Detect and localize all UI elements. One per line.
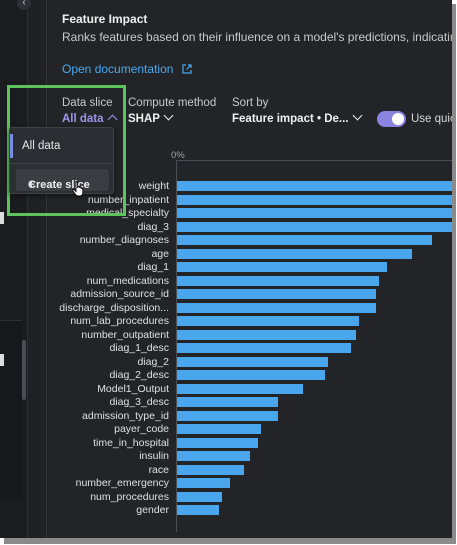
feature-impact-chart: 0% weight number_inpatient medical_special… <box>0 0 452 538</box>
bar-label: diag_2_desc <box>109 369 169 381</box>
bar-label: weight <box>138 180 169 192</box>
x-axis-line <box>176 160 452 161</box>
bar-label: num_medications <box>86 274 169 287</box>
bar-22[interactable] <box>177 478 230 488</box>
dropdown-item-all-data[interactable]: All data <box>10 134 113 158</box>
bar-label: Model1_Output <box>97 382 169 395</box>
bar-label: admission_type_id <box>82 409 169 422</box>
dropdown-item-label[interactable]: All data <box>22 140 60 152</box>
bar-label: gender <box>136 504 169 516</box>
hand-cursor-icon <box>72 181 84 197</box>
bar-label: admission_source_id <box>70 288 169 300</box>
bar-label: diag_3 <box>137 220 169 233</box>
bar-12[interactable] <box>177 343 351 353</box>
bar-label: number_emergency <box>75 477 169 489</box>
bar-label: time_in_hospital <box>93 436 169 449</box>
bar-21[interactable] <box>177 464 244 475</box>
bar-16[interactable] <box>177 397 278 407</box>
dropdown-divider <box>10 163 113 164</box>
data-slice-dropdown: All data + Create slice <box>9 127 114 194</box>
bar-4[interactable] <box>177 235 432 245</box>
bar-5[interactable] <box>177 248 412 259</box>
selected-indicator <box>10 134 13 158</box>
bar-label: num_lab_procedures <box>70 315 169 327</box>
bar-label: payer_code <box>114 423 169 435</box>
bar-10[interactable] <box>177 316 359 326</box>
bar-label: race <box>148 463 169 476</box>
create-slice-button[interactable]: + Create slice <box>16 169 109 191</box>
bar-18[interactable] <box>177 424 261 434</box>
bar-label: num_procedures <box>90 490 169 503</box>
bar-8[interactable] <box>177 289 376 299</box>
bar-3[interactable] <box>177 221 452 232</box>
bar-label: number_diagnoses <box>79 234 169 246</box>
bar-11[interactable] <box>177 329 356 340</box>
app-window: ‹ Feature Impact Ranks features based on… <box>0 0 452 538</box>
bar-label: diag_3_desc <box>109 396 169 408</box>
bar-label: insulin <box>139 450 169 462</box>
bar-13[interactable] <box>177 356 328 367</box>
bar-label: number_outpatient <box>81 328 169 341</box>
bar-7[interactable] <box>177 275 379 286</box>
bar-20[interactable] <box>177 451 250 461</box>
bar-14[interactable] <box>177 370 325 380</box>
bar-label: diag_2 <box>137 355 169 368</box>
bar-0[interactable] <box>177 181 452 191</box>
bar-17[interactable] <box>177 410 278 421</box>
bar-2[interactable] <box>177 208 452 218</box>
bar-9[interactable] <box>177 302 376 313</box>
bar-23[interactable] <box>177 491 222 502</box>
bar-1[interactable] <box>177 194 452 205</box>
bar-24[interactable] <box>177 505 219 515</box>
bar-label: diag_1 <box>137 261 169 273</box>
bar-15[interactable] <box>177 383 303 394</box>
bar-6[interactable] <box>177 262 387 272</box>
bar-label: discharge_disposition... <box>59 301 169 314</box>
bar-19[interactable] <box>177 437 258 448</box>
bar-label: age <box>151 247 169 260</box>
bar-label: diag_1_desc <box>109 342 169 354</box>
